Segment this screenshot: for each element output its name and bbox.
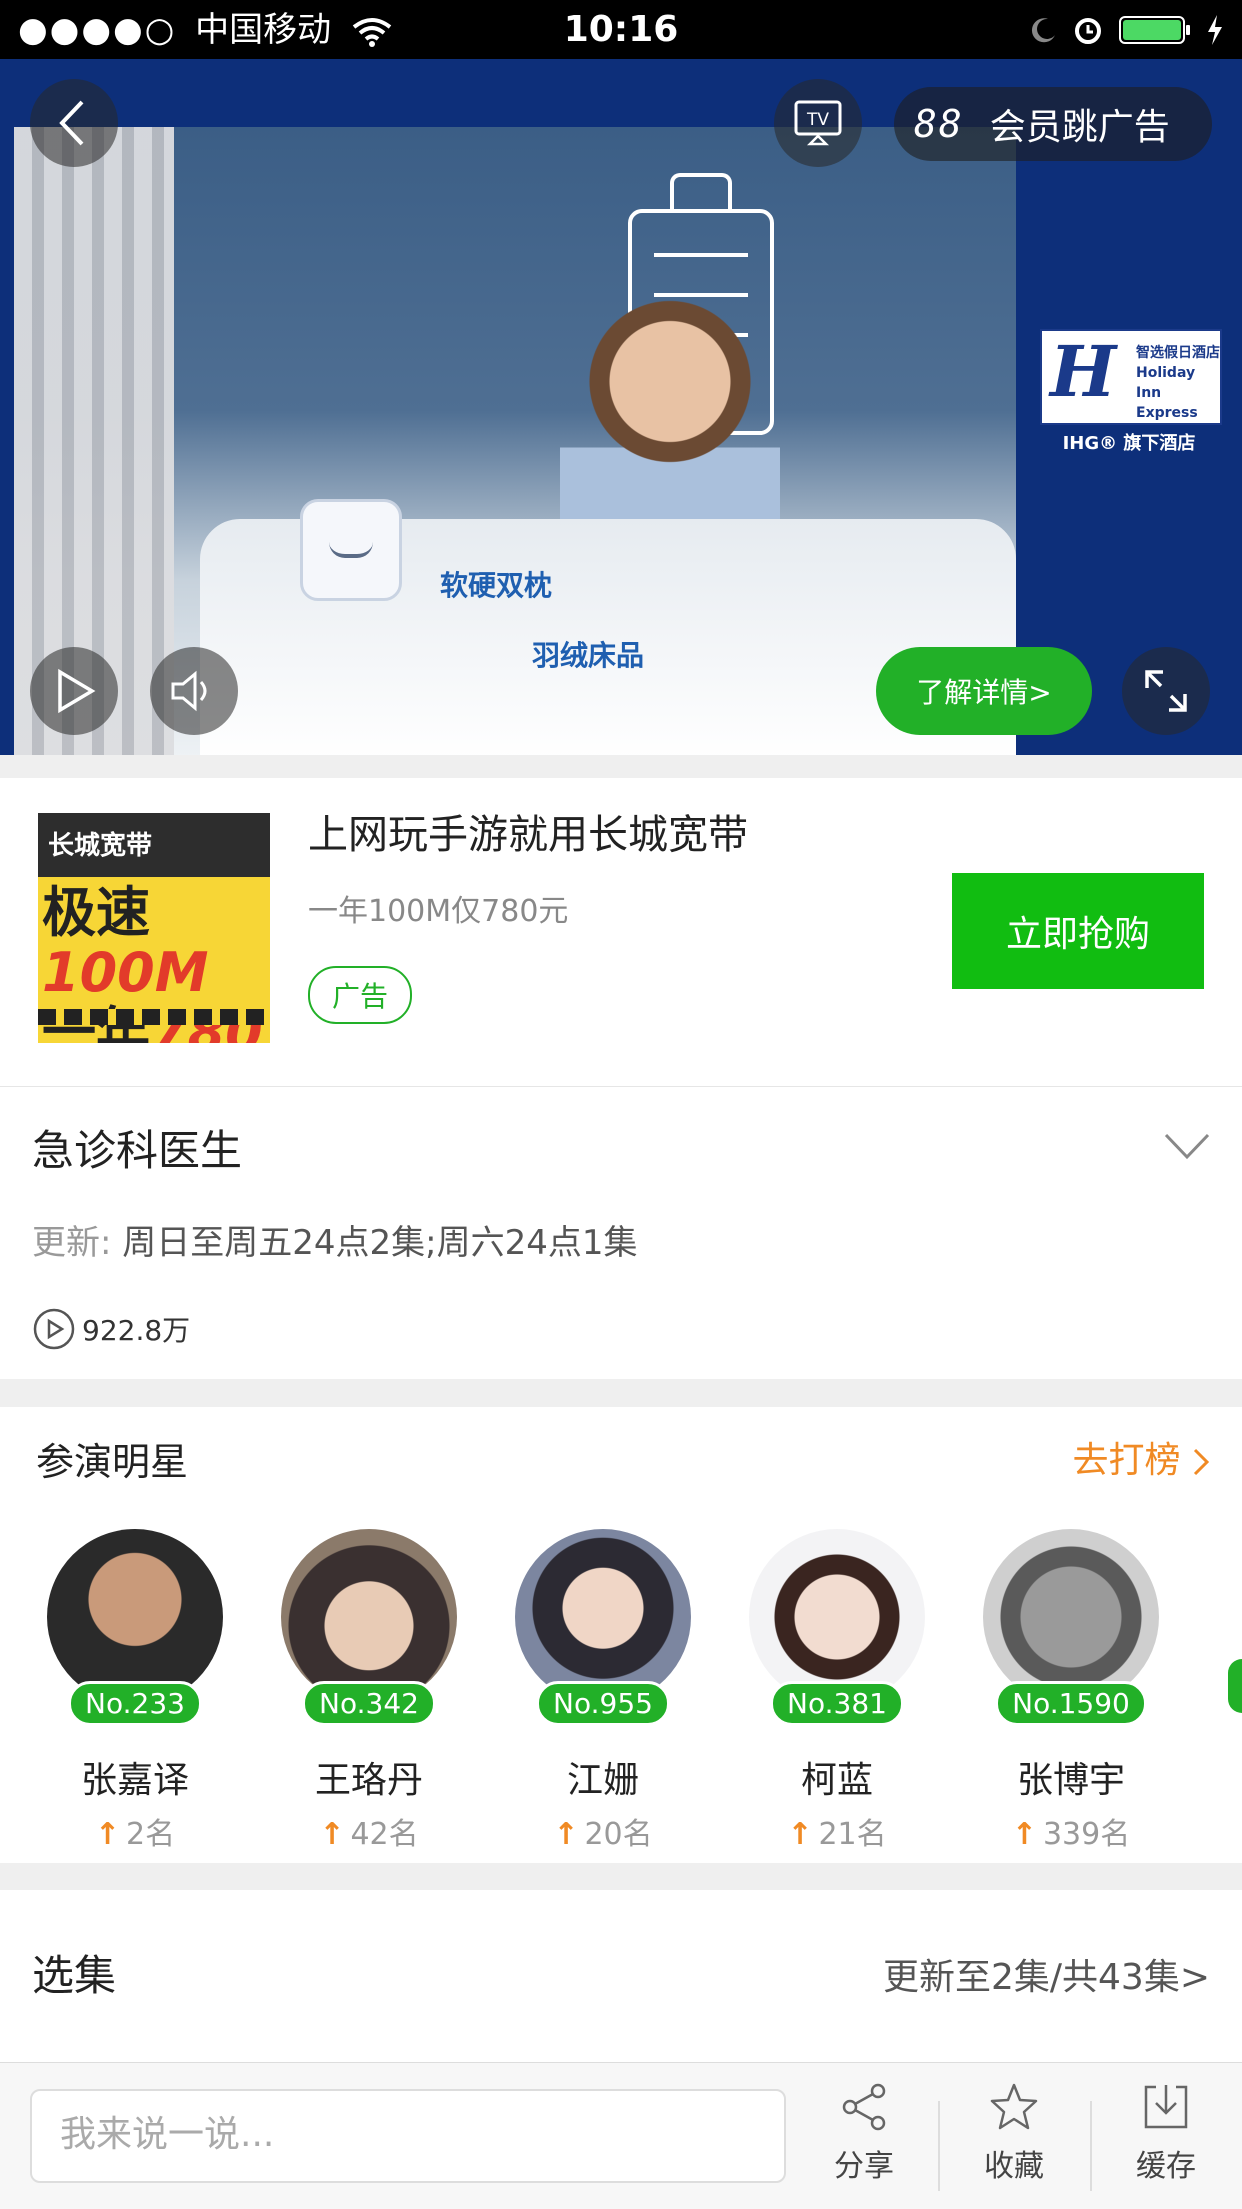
cast-name: 王珞丹 [314,1760,423,1801]
rank-change: ↑ 20名 [553,1817,653,1852]
show-info-section: 急诊科医生 更新: 周日至周五24点2集;周六24点1集 922.8万 [0,1087,1242,1379]
show-title: 急诊科医生 [32,1126,243,1175]
rank-badge: No.1590 [995,1681,1147,1726]
ad-tag-badge: 广告 [308,966,412,1024]
play-icon [58,668,96,714]
download-icon [1144,2085,1188,2129]
bottom-action-bar: 分享 收藏 缓存 [0,2062,1242,2209]
status-bar: ●●●●○ 中国移动 10:16 [0,0,1242,59]
rank-badge: No.342 [302,1681,436,1726]
cast-name: 张博宇 [1016,1760,1125,1801]
arrow-up-icon: ↑ [1011,1817,1037,1852]
fullscreen-button[interactable] [1122,647,1210,735]
star-icon [990,2083,1038,2130]
avatar [281,1529,457,1705]
avatar [47,1529,223,1705]
next-cast-peek [1228,1659,1242,1713]
ad-details-button[interactable]: 了解详情> [876,647,1092,735]
rank-change: ↑ 2名 [94,1817,176,1852]
view-count-value: 922.8万 [82,1314,191,1347]
update-schedule: 更新: 周日至周五24点2集;周六24点1集 [32,1215,638,1264]
cast-name: 张嘉译 [80,1760,189,1801]
comment-box[interactable] [30,2089,786,2183]
sponsored-ad-card[interactable]: 长城宽带 极速100M 一年780元 上网玩手游就用长城宽带 一年100M仅78… [0,778,1242,1087]
cast-section: 参演明星 去打榜 No.233 张嘉译 ↑ 2名 No.342 王珞丹 ↑ 42名 … [0,1407,1242,1863]
avatar [749,1529,925,1705]
arrow-up-icon: ↑ [319,1817,345,1852]
charging-icon [1208,15,1222,45]
arrow-up-icon: ↑ [787,1817,813,1852]
buy-now-button[interactable]: 立即抢购 [952,873,1204,989]
back-icon [59,100,84,146]
cast-heading: 参演明星 [36,1440,189,1484]
hotel-logo-line3: Express [1136,405,1198,421]
ad-caption-2: 羽绒床品 [532,639,645,672]
comment-input[interactable] [32,2091,760,2177]
share-icon [842,2083,886,2131]
download-label: 缓存 [1136,2149,1196,2184]
ad-thumbnail[interactable]: 长城宽带 极速100M 一年780元 [38,813,270,1043]
video-player[interactable]: 软硬双枕 羽绒床品 H 智选假日酒店 Holiday Inn Express I… [0,59,1242,755]
battery-icon [1119,16,1190,44]
vip-skip-label: 会员跳广告 [989,107,1170,148]
ad-subtitle: 一年100M仅780元 [308,894,569,929]
divider [1090,2101,1092,2191]
chevron-right-icon [1193,1448,1210,1476]
rank-badge: No.233 [68,1681,202,1726]
divider [938,2101,940,2191]
rank-change: ↑ 42名 [319,1817,419,1852]
view-count: 922.8万 [32,1307,190,1351]
share-label: 分享 [834,2149,894,2184]
episode-section[interactable]: 选集 更新至2集/共43集> [0,1890,1242,2062]
vip-skip-ad-button[interactable]: 88 会员跳广告 [894,87,1212,161]
hotel-logo-mark: H [1050,330,1117,413]
expand-chevron-icon[interactable] [1164,1131,1210,1161]
mascot-graphic [300,499,402,601]
avatar [983,1529,1159,1705]
update-schedule-text: 周日至周五24点2集;周六24点1集 [122,1223,638,1263]
hotel-logo: H 智选假日酒店 Holiday Inn Express [1040,329,1222,425]
ad-thumb-brand: 长城宽带 [48,831,153,861]
hotel-sub-label: IHG® 旗下酒店 [1062,433,1196,454]
hotel-logo-line2: Holiday Inn [1136,365,1196,401]
ad-countdown: 88 [914,102,964,146]
play-count-icon [33,1308,75,1350]
favorite-button[interactable]: 收藏 [954,2081,1074,2191]
arrow-up-icon: ↑ [94,1817,121,1852]
rank-badge: No.955 [536,1681,670,1726]
moon-icon [1031,18,1055,43]
update-label: 更新: [32,1223,112,1263]
alarm-icon [1075,18,1101,44]
episode-heading: 选集 [32,1951,117,2000]
volume-icon [171,670,207,712]
tv-cast-icon: TV [794,100,842,146]
hotel-logo-line1: 智选假日酒店 [1136,345,1220,361]
cast-name: 江姗 [566,1760,639,1801]
ad-title[interactable]: 上网玩手游就用长城宽带 [308,802,748,860]
avatar [515,1529,691,1705]
rank-change: ↑ 339名 [1011,1817,1131,1852]
favorite-label: 收藏 [984,2149,1044,2184]
share-button[interactable]: 分享 [804,2081,924,2191]
go-rank-link[interactable]: 去打榜 [1073,1431,1210,1483]
rank-change: ↑ 21名 [787,1817,887,1852]
tv-cast-button[interactable]: TV [774,79,862,167]
back-button[interactable] [30,79,118,167]
download-button[interactable]: 缓存 [1106,2081,1226,2191]
arrow-up-icon: ↑ [553,1817,579,1852]
volume-button[interactable] [150,647,238,735]
status-icons [1028,10,1224,50]
ad-caption-1: 软硬双枕 [440,569,553,602]
cast-name: 柯蓝 [800,1760,873,1801]
play-button[interactable] [30,647,118,735]
rank-badge: No.381 [770,1681,904,1726]
svg-text:TV: TV [806,110,829,130]
fullscreen-icon [1145,670,1187,712]
episode-more-link[interactable]: 更新至2集/共43集> [883,1948,1210,2000]
